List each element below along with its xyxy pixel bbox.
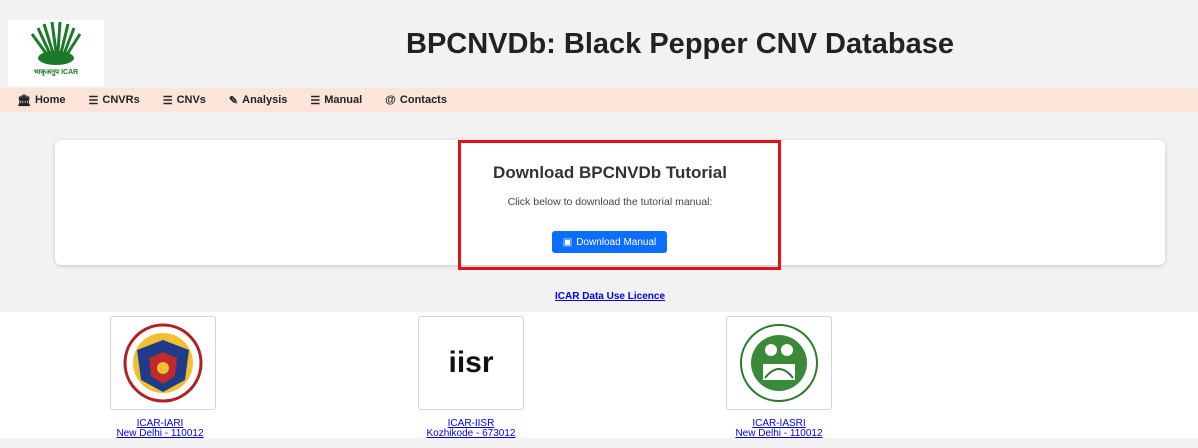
file-icon: ▣ bbox=[562, 236, 573, 248]
tutorial-description: Click below to download the tutorial man… bbox=[507, 196, 713, 208]
nav-item-label: Manual bbox=[324, 94, 363, 106]
institute-link-iisr[interactable]: ICAR-IISR Kozhikode - 673012 bbox=[391, 419, 551, 439]
nav-item-label: Analysis bbox=[242, 94, 288, 106]
main-nav: 🏛 Home ☰ CNVRs ☰ CNVs ✎ Analysis ☰ Manua… bbox=[0, 88, 1198, 112]
tutorial-title: Download BPCNVDb Tutorial bbox=[493, 163, 727, 182]
logo-caption: भाकृअनुप ICAR bbox=[33, 69, 79, 76]
nav-item-label: Contacts bbox=[399, 94, 447, 106]
licence-link[interactable]: ICAR Data Use Licence bbox=[460, 291, 760, 302]
nav-item-analysis[interactable]: ✎ Analysis bbox=[229, 94, 287, 107]
page-title: BPCNVDb: Black Pepper CNV Database bbox=[406, 28, 954, 60]
nav-item-label: CNVs bbox=[176, 94, 206, 106]
nav-item-manual[interactable]: ☰ Manual bbox=[310, 94, 362, 107]
nav-item-label: Home bbox=[34, 94, 66, 106]
icar-logo: भाकृअनुप ICAR bbox=[8, 20, 104, 86]
home-icon: 🏛 bbox=[17, 94, 31, 107]
at-icon: @ bbox=[385, 94, 396, 106]
nav-item-cnvrs[interactable]: ☰ CNVRs bbox=[89, 94, 140, 107]
list-icon: ☰ bbox=[88, 94, 99, 107]
iari-logo[interactable] bbox=[110, 316, 216, 410]
iisr-logo[interactable]: iisr bbox=[418, 316, 524, 410]
institute-link-iasri[interactable]: ICAR-IASRI New Delhi - 110012 bbox=[699, 419, 859, 439]
nav-item-label: CNVRs bbox=[102, 94, 140, 106]
institute-link-iari[interactable]: ICAR-IARI New Delhi - 110012 bbox=[80, 419, 240, 439]
nav-item-home[interactable]: 🏛 Home bbox=[17, 94, 66, 107]
download-button-label: Download Manual bbox=[576, 236, 657, 248]
iasri-logo[interactable] bbox=[726, 316, 832, 410]
nav-item-cnvs[interactable]: ☰ CNVs bbox=[163, 94, 206, 107]
iisr-logo-text: iisr bbox=[448, 346, 494, 379]
edit-icon: ✎ bbox=[228, 94, 239, 107]
list-icon: ☰ bbox=[162, 94, 173, 107]
nav-item-contacts[interactable]: @ Contacts bbox=[385, 94, 447, 106]
header: भाकृअनुप ICAR BPCNVDb: Black Pepper CNV … bbox=[0, 0, 1198, 88]
list-icon: ☰ bbox=[310, 94, 321, 107]
footer-strip bbox=[0, 438, 1198, 448]
download-manual-button[interactable]: ▣ Download Manual bbox=[552, 231, 667, 253]
